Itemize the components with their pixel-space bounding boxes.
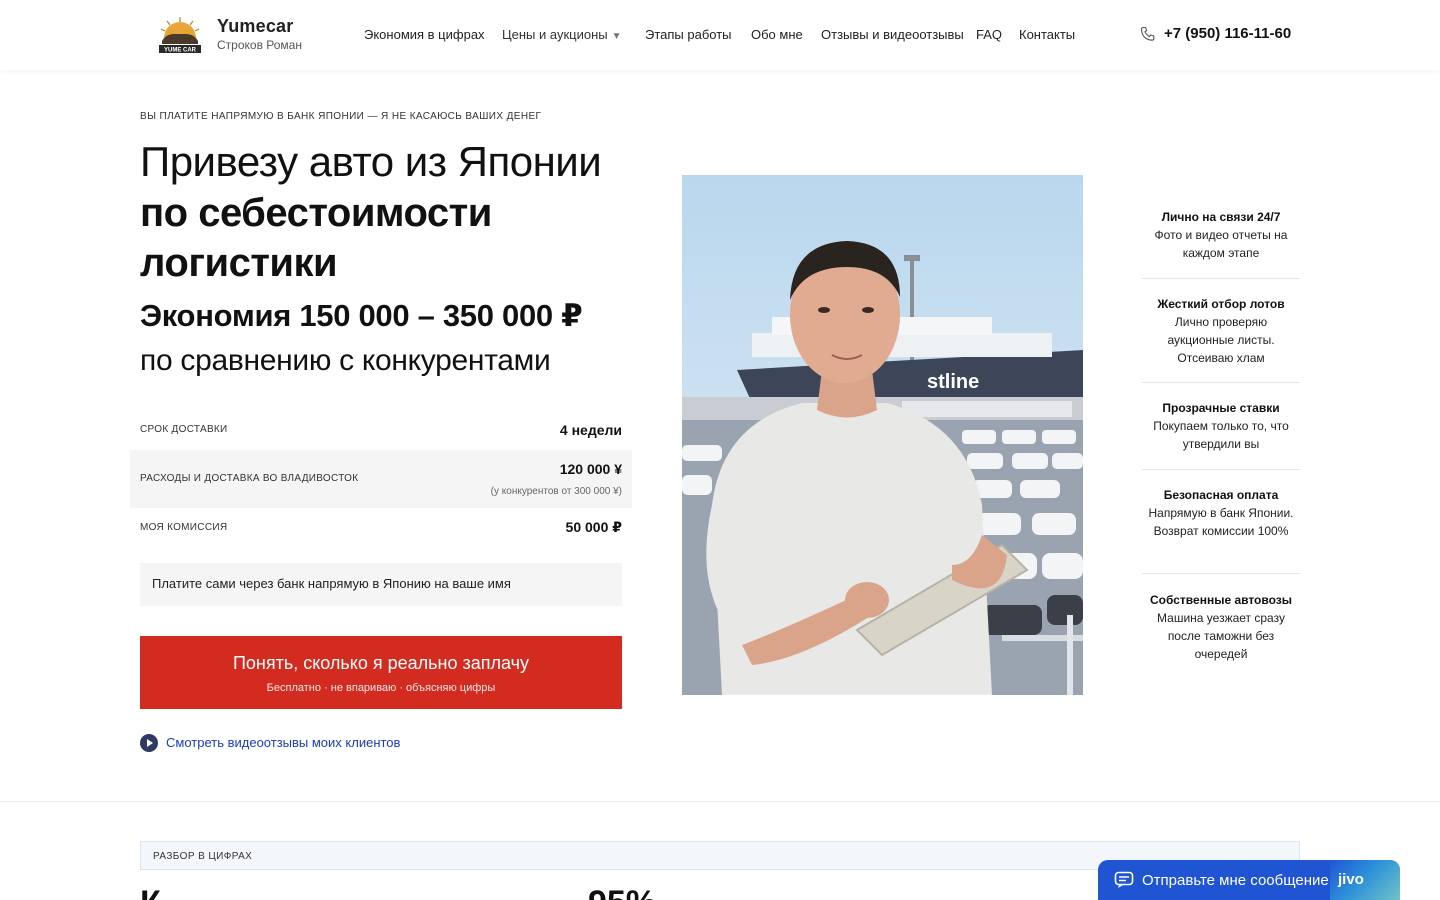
feature-divider <box>1142 278 1300 279</box>
feature-divider <box>1142 573 1300 574</box>
hero-savings-subtitle: по сравнению с конкурентами <box>140 344 551 377</box>
nav-link-savings[interactable]: Экономия в цифрах <box>364 27 485 42</box>
hero-photo: stline <box>682 175 1083 695</box>
ship-logo-text: stline <box>927 371 979 393</box>
hero-title-bold: по себестоимости логистики <box>140 191 492 285</box>
cta-main-label: Понять, сколько я реально заплачу <box>232 653 530 673</box>
feature-divider <box>1142 469 1300 470</box>
info-row-commission: Моя комиссия 50 000 ₽ <box>130 508 632 548</box>
nav-link-stages[interactable]: Этапы работы <box>645 27 732 42</box>
info-row-value: 120 000 ¥ <box>559 461 622 477</box>
play-icon <box>140 734 158 752</box>
next-section-percent: 95% <box>588 884 656 900</box>
feature-desc: Лично проверяю аукционные листы. Отсеива… <box>1167 315 1275 365</box>
video-reviews-link-label: Смотреть видеоотзывы моих клиентов <box>166 735 401 750</box>
logo-text: YUME CAR <box>164 48 197 54</box>
phone-number-link[interactable]: +7 (950) 116-11-60 <box>1164 25 1291 42</box>
jivo-logo: jivo <box>1338 871 1364 888</box>
info-row-delivery-time: Срок доставки 4 недели <box>130 410 632 450</box>
feature-title: Прозрачные ставки <box>1162 401 1280 415</box>
feature-title: Собственные автовозы <box>1150 593 1292 607</box>
info-row-value: 4 недели <box>559 422 622 438</box>
feature-title: Безопасная оплата <box>1163 488 1279 502</box>
phone-icon <box>1141 26 1155 41</box>
brand-subtitle: Строков Роман <box>217 38 302 52</box>
nav-link-reviews[interactable]: Отзывы и видеоотзывы <box>821 27 964 42</box>
feature-item: Прозрачные ставки Покупаем только то, чт… <box>1142 399 1300 453</box>
feature-item: Безопасная оплата Напрямую в банк Японии… <box>1142 486 1300 540</box>
nav-link-prices[interactable]: Цены и аукционы ▼ <box>502 27 622 42</box>
calculate-cost-button[interactable]: Понять, сколько я реально заплачу Беспла… <box>140 636 622 709</box>
cta-sub-label: Бесплатно · не впариваю · объясняю цифры <box>266 682 496 694</box>
feature-divider <box>1142 382 1300 383</box>
chevron-down-icon: ▼ <box>611 31 622 42</box>
chat-widget-label: Отправьте мне сообщение <box>1142 872 1329 889</box>
feature-item: Лично на связи 24/7 Фото и видео отчеты … <box>1142 208 1300 262</box>
feature-desc: Напрямую в банк Японии. Возврат комиссии… <box>1148 506 1294 538</box>
feature-title: Жесткий отбор лотов <box>1157 297 1285 311</box>
info-row-label: Расходы и доставка во Владивосток <box>140 473 359 484</box>
feature-item: Жесткий отбор лотов Лично проверяю аукци… <box>1142 295 1300 367</box>
feature-item: Собственные автовозы Машина уезжает сраз… <box>1142 591 1300 663</box>
hero-kicker: Вы платите напрямую в банк Японии — я не… <box>140 111 542 122</box>
feature-desc: Машина уезжает сразу после таможни без о… <box>1157 611 1285 661</box>
chat-message-icon <box>1114 871 1134 888</box>
next-section-dash: – <box>842 884 861 900</box>
payment-note: Платите сами через банк напрямую в Япони… <box>140 563 622 606</box>
feature-desc: Фото и видео отчеты на каждом этапе <box>1154 228 1288 260</box>
chat-widget-button[interactable]: Отправьте мне сообщение jivo <box>1098 860 1400 900</box>
info-row-expenses: Расходы и доставка во Владивосток 120 00… <box>130 450 632 508</box>
yumecar-logo-icon[interactable]: YUME CAR <box>156 14 204 54</box>
feature-title: Лично на связи 24/7 <box>1161 210 1281 224</box>
next-section-heading: К <box>140 884 161 900</box>
info-row-label: Моя комиссия <box>140 522 228 533</box>
feature-desc: Покупаем только то, что утвердили вы <box>1153 419 1289 451</box>
info-row-note: (у конкурентов от 300 000 ¥) <box>490 486 622 497</box>
nav-link-about[interactable]: Обо мне <box>751 27 803 42</box>
section-divider <box>0 801 1440 802</box>
nav-link-contacts[interactable]: Контакты <box>1019 27 1075 42</box>
nav-link-faq[interactable]: FAQ <box>976 27 1002 42</box>
person-with-tablet-image: stline <box>682 175 1083 695</box>
brand-name[interactable]: Yumecar <box>217 16 293 37</box>
info-row-label: Срок доставки <box>140 424 228 435</box>
info-row-value: 50 000 ₽ <box>565 519 622 535</box>
hero-title-light: Привезу авто из Японии <box>140 138 602 185</box>
site-header: YUME CAR Yumecar Строков Роман Экономия … <box>0 0 1440 70</box>
nav-link-prices-label: Цены и аукционы <box>502 27 608 42</box>
hero-savings: Экономия 150 000 – 350 000 ₽ <box>140 298 583 333</box>
